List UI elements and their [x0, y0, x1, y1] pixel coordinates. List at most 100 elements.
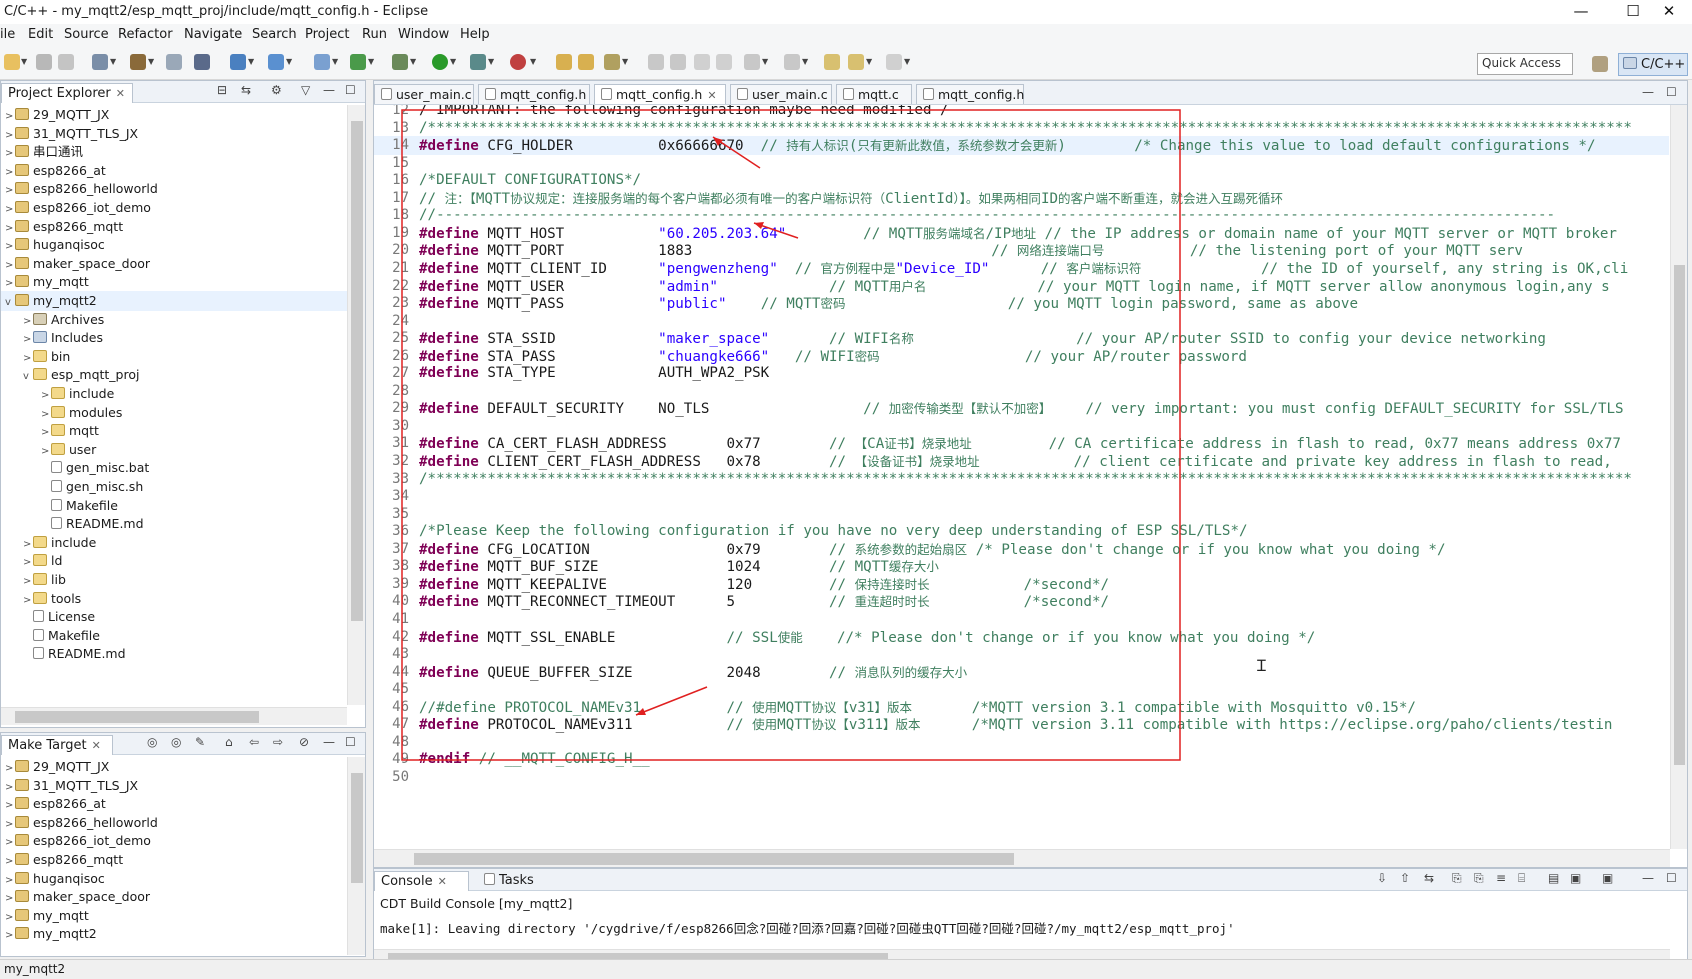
paragraph-icon[interactable] — [716, 54, 732, 70]
build-target-icon[interactable]: ◎ — [147, 735, 157, 749]
tree-item[interactable]: README.md — [1, 644, 347, 664]
new-target-icon[interactable]: ◎ — [171, 735, 181, 749]
tree-item[interactable]: gen_misc.bat — [1, 458, 347, 478]
tree-item[interactable]: gen_misc.sh — [1, 477, 347, 497]
paste-icon[interactable]: ⎘ — [1474, 871, 1484, 886]
tab-project-explorer[interactable]: Project Explorer ✕ — [1, 83, 133, 103]
back-arrow-icon[interactable]: ⇦ — [249, 735, 259, 749]
minimize-view-icon[interactable]: — — [323, 735, 335, 749]
view-menu-icon[interactable]: ▽ — [301, 83, 310, 97]
project-explorer-hscroll[interactable] — [1, 707, 347, 725]
new-project-icon[interactable] — [230, 54, 246, 70]
minimize-button[interactable]: — — [1558, 0, 1604, 24]
maximize-view-icon[interactable]: ☐ — [345, 83, 356, 97]
prev-annotation-icon[interactable] — [784, 54, 800, 70]
minimize-view-icon[interactable]: — — [323, 83, 335, 97]
target-item[interactable]: > esp8266_helloworld — [1, 813, 347, 833]
tree-item[interactable]: v esp_mqtt_proj — [1, 365, 347, 385]
target-item[interactable]: >29_MQTT_JX — [1, 757, 347, 777]
menu-file[interactable]: ile — [0, 27, 15, 42]
menu-edit[interactable]: Edit — [28, 27, 53, 42]
link-editor-icon[interactable]: ⇆ — [241, 83, 251, 97]
maximize-editor-icon[interactable]: ☐ — [1666, 85, 1677, 99]
menu-project[interactable]: Project — [305, 27, 349, 42]
save-all-icon[interactable] — [58, 54, 74, 70]
new-console-icon[interactable]: ▣ — [1602, 871, 1613, 885]
target-item[interactable]: > my_mqtt — [1, 906, 347, 926]
new-folder-dropdown-icon[interactable]: ▼ — [286, 54, 294, 70]
tree-item[interactable]: > my_mqtt — [1, 272, 347, 292]
project-explorer-hscroll-thumb[interactable] — [15, 711, 259, 723]
chevron-right-icon[interactable]: > — [5, 926, 15, 946]
editor-vscroll-thumb[interactable] — [1674, 265, 1685, 765]
build-icon[interactable] — [130, 54, 146, 70]
tab-editor-file[interactable]: mqtt.c — [836, 84, 912, 104]
tree-item[interactable]: > esp8266_at — [1, 161, 347, 181]
minimize-view-icon[interactable]: — — [1642, 871, 1654, 885]
external-tools-icon[interactable] — [470, 54, 486, 70]
tree-item[interactable]: > esp8266_mqtt — [1, 217, 347, 237]
back-icon[interactable] — [848, 54, 864, 70]
new-icon[interactable] — [4, 54, 20, 70]
menu-search[interactable]: Search — [252, 27, 297, 42]
tab-console[interactable]: Console ✕ — [374, 871, 469, 891]
console-output[interactable]: make[1]: Leaving directory '/cygdrive/f/… — [380, 918, 1235, 937]
run-dropdown-icon[interactable]: ▼ — [450, 54, 458, 70]
tab-editor-file[interactable]: mqtt_config.h — [478, 84, 590, 104]
tree-item[interactable]: > include — [1, 533, 347, 553]
search-tool-icon[interactable] — [604, 54, 620, 70]
tree-item[interactable]: > tools — [1, 589, 347, 609]
target-item[interactable]: > huganqisoc — [1, 869, 347, 889]
editor-vscroll[interactable] — [1670, 105, 1687, 849]
target-item[interactable]: > maker_space_door — [1, 887, 347, 907]
target-item[interactable]: >31_MQTT_TLS_JX — [1, 776, 347, 796]
menu-run[interactable]: Run — [362, 27, 387, 42]
tree-item[interactable]: > user — [1, 440, 347, 460]
menu-navigate[interactable]: Navigate — [184, 27, 242, 42]
minimize-editor-icon[interactable]: — — [1642, 85, 1654, 99]
toggle-icon[interactable] — [194, 54, 210, 70]
scroll-up-icon[interactable]: ⇧ — [1400, 871, 1410, 885]
tab-editor-file[interactable]: user_main.c — [374, 84, 474, 104]
tree-item[interactable]: > Archives — [1, 310, 347, 330]
hide-icon[interactable]: ⊘ — [299, 735, 309, 749]
filter-icon[interactable]: ⚙ — [271, 83, 282, 97]
new-folder-icon[interactable] — [268, 54, 284, 70]
code-editor[interactable]: 12/ IMPORTANT: the following configurati… — [374, 105, 1687, 867]
open-console-icon[interactable]: ▤ — [1548, 871, 1559, 885]
word-wrap-icon[interactable]: ⌸ — [1518, 871, 1525, 886]
project-explorer-vscroll-thumb[interactable] — [351, 121, 363, 621]
tree-item[interactable]: >31_MQTT_TLS_JX — [1, 124, 347, 144]
close-window-button[interactable]: ✕ — [1646, 0, 1692, 24]
forward-arrow-icon[interactable]: ⇨ — [273, 735, 283, 749]
close-icon[interactable]: ✕ — [438, 875, 447, 888]
tree-item[interactable]: > maker_space_door — [1, 254, 347, 274]
last-edit-icon[interactable] — [824, 54, 840, 70]
tree-item[interactable]: > Includes — [1, 328, 347, 348]
refresh-icon[interactable] — [350, 54, 366, 70]
search-dropdown-icon[interactable]: ▼ — [622, 54, 630, 70]
maximize-view-icon[interactable]: ☐ — [345, 735, 356, 749]
close-icon[interactable]: ✕ — [707, 89, 716, 102]
close-icon[interactable]: ✕ — [116, 87, 125, 100]
debug-config-icon[interactable] — [166, 54, 182, 70]
edit-icon[interactable] — [648, 54, 664, 70]
settings-icon[interactable] — [92, 54, 108, 70]
perspective-cpp-button[interactable]: C/C++ — [1618, 53, 1688, 76]
menu-refactor[interactable]: Refactor — [118, 27, 173, 42]
debug-dropdown-icon[interactable]: ▼ — [410, 54, 418, 70]
menu-source[interactable]: Source — [64, 27, 109, 42]
editor-hscroll[interactable] — [374, 849, 1670, 867]
forward-icon[interactable] — [886, 54, 902, 70]
next-annotation-dropdown-icon[interactable]: ▼ — [762, 54, 770, 70]
forward-dropdown-icon[interactable]: ▼ — [904, 54, 912, 70]
mark-icon[interactable] — [670, 54, 686, 70]
tree-item[interactable]: > modules — [1, 403, 347, 423]
open-perspective-icon[interactable] — [1592, 56, 1608, 72]
close-icon[interactable]: ✕ — [92, 739, 101, 752]
target-item[interactable]: > my_mqtt2 — [1, 924, 347, 944]
tree-item[interactable]: > huganqisoc — [1, 235, 347, 255]
tab-editor-file[interactable]: mqtt_config.h — [916, 84, 1024, 104]
tab-tasks[interactable]: Tasks — [484, 873, 534, 888]
collapse-all-icon[interactable]: ⊟ — [217, 83, 227, 97]
